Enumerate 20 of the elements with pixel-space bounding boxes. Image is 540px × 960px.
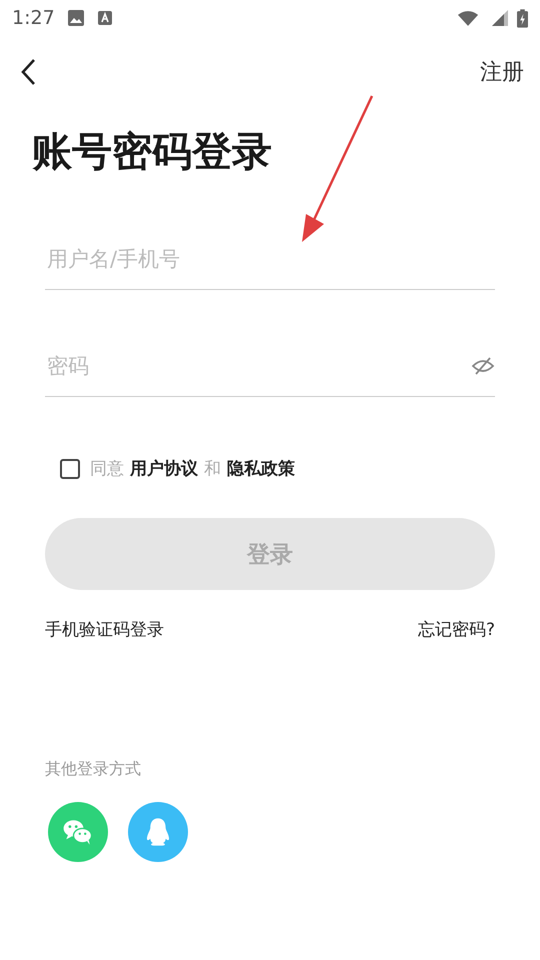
register-link[interactable]: 注册 xyxy=(480,57,524,87)
signal-icon xyxy=(491,9,509,27)
agree-label: 同意 xyxy=(90,458,124,480)
sms-login-link[interactable]: 手机验证码登录 xyxy=(45,618,164,641)
input-field[interactable]: 用户名/手机号 xyxy=(45,246,495,272)
battery-icon xyxy=(517,8,528,28)
user-agreement-link[interactable]: 用户协议 xyxy=(130,457,198,480)
input-field[interactable]: 密码 xyxy=(45,353,471,379)
wifi-icon xyxy=(457,10,479,26)
agree-checkbox[interactable] xyxy=(60,458,80,478)
joiner-label: 和 xyxy=(204,458,221,480)
font-icon xyxy=(96,10,113,26)
image-icon xyxy=(66,9,85,27)
status-time: 1:27 xyxy=(12,7,55,29)
back-icon[interactable] xyxy=(20,58,36,86)
privacy-policy-link[interactable]: 隐私政策 xyxy=(227,457,295,480)
forgot-password-link[interactable]: 忘记密码? xyxy=(418,618,495,641)
page-title: 账号密码登录 xyxy=(32,128,273,177)
hidden-eye-icon[interactable] xyxy=(471,356,495,376)
other-login-label: 其他登录方式 xyxy=(45,759,141,780)
